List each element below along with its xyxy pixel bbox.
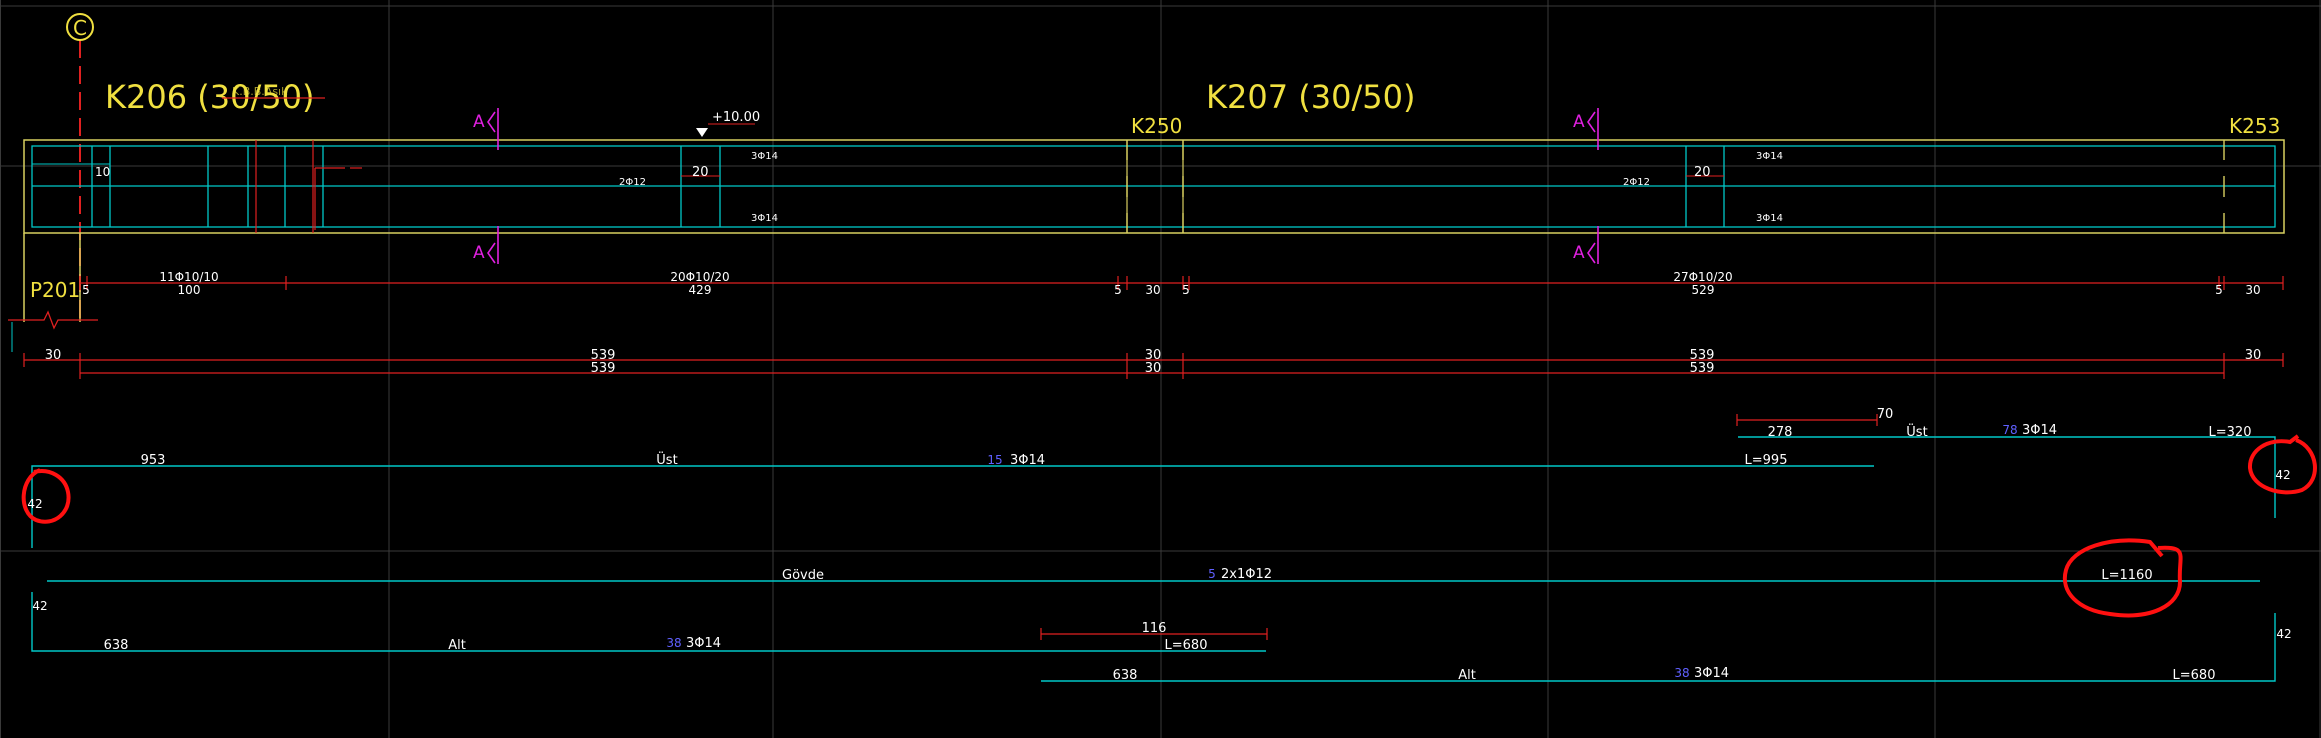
gap-dim: 5 — [2215, 283, 2223, 297]
svg-text:A: A — [473, 243, 485, 263]
bar-spec: 3Φ14 — [1694, 666, 1729, 681]
stirrup-label: 20Φ10/20 — [670, 270, 729, 284]
svg-text:A: A — [473, 112, 485, 132]
bar-position-number: 38 — [1674, 666, 1689, 680]
svg-text:A: A — [1573, 112, 1585, 132]
bar-total-length: L=320 — [2209, 425, 2252, 440]
stirrup-spacing-dim: 20 — [692, 165, 709, 180]
bar-spec: 2x1Φ12 — [1221, 567, 1272, 582]
bar-layer: Üst — [1906, 423, 1927, 440]
dim-label: 30 — [45, 348, 62, 363]
bar-position-number: 15 — [987, 453, 1002, 467]
dim-label: 539 — [1690, 361, 1715, 376]
stirrup-label: 27Φ10/20 — [1673, 270, 1732, 284]
rebar-top-long — [31, 465, 1874, 548]
gap-dim: 5 — [1182, 283, 1190, 297]
bar-straight-length: 953 — [141, 453, 166, 468]
bar-spec: 3Φ14 — [2022, 423, 2057, 438]
bar-position-number: 38 — [666, 636, 681, 650]
bar-straight-length: 638 — [104, 638, 129, 653]
bar-straight-length: 638 — [1113, 668, 1138, 683]
hand-annotations — [21, 434, 2317, 618]
bar-layer: Alt — [448, 638, 466, 653]
bar-layer: Gövde — [782, 568, 824, 583]
level-marker: +10.00 — [696, 110, 760, 137]
bar-spec: 3Φ14 — [1010, 453, 1045, 468]
lap-length: 116 — [1142, 621, 1167, 636]
top-bar-label: 3Φ14 — [1756, 151, 1783, 162]
axis-label: C — [73, 16, 87, 40]
web-bar-label: 2Φ12 — [619, 177, 646, 188]
bar-position-number: 5 — [1208, 567, 1216, 581]
rebar-drawing-canvas[interactable]: C K206 (30/50) K207 (30/50) K.B.B.Asık K… — [0, 0, 2321, 738]
cross-section-labels: 10 20 20 3Φ14 3Φ14 3Φ14 3Φ14 2Φ12 2Φ12 — [95, 151, 1783, 224]
beam-title-k207: K207 (30/50) — [1206, 78, 1415, 116]
gap-dim: 5 — [82, 283, 90, 297]
overall-dimension-labels: 30 539 30 539 30 539 30 539 — [45, 348, 2262, 376]
beam-elevation — [8, 139, 2285, 352]
bottom-bar-label: 3Φ14 — [751, 213, 778, 224]
stirrup-length: 529 — [1692, 283, 1715, 297]
web-bar-label: 2Φ12 — [1623, 177, 1650, 188]
column-label-k250: K250 — [1131, 114, 1182, 138]
bar-layer: Üst — [656, 451, 677, 468]
bar-hook-length: 42 — [32, 599, 47, 613]
gap-dim: 30 — [1145, 283, 1160, 297]
gap-dim: 5 — [1114, 283, 1122, 297]
bar-schedule — [31, 414, 2276, 682]
dim-label: 30 — [2245, 348, 2262, 363]
bar-labels: 953 Üst 15 3Φ14 L=995 42 278 Üst 78 3Φ14… — [27, 407, 2291, 683]
gap-dim: 30 — [2245, 283, 2260, 297]
column-label-k253: K253 — [2229, 114, 2280, 138]
rebar-top-short — [1738, 436, 2276, 518]
level-label: +10.00 — [712, 110, 760, 125]
svg-text:A: A — [1573, 243, 1585, 263]
faint-note: K.B.B.Asık — [232, 85, 288, 98]
bar-straight-length: 278 — [1768, 425, 1793, 440]
top-bar-label: 3Φ14 — [751, 151, 778, 162]
stirrup-length: 429 — [689, 283, 712, 297]
annotation-circle — [21, 468, 71, 524]
support-label-p201: P201 — [30, 278, 80, 302]
bar-total-length: L=680 — [1165, 638, 1208, 653]
rebar-bottom-right — [1041, 613, 2276, 682]
section-marker-a: A — [473, 108, 499, 150]
section-marker-a: A — [1573, 108, 1599, 150]
rebar-bottom-left — [31, 592, 1266, 652]
section-marker-a: A — [1573, 226, 1599, 264]
bar-hook-length: 42 — [27, 497, 42, 511]
section-marker-a: A — [473, 226, 499, 264]
cover-dim: 10 — [95, 165, 110, 179]
bar-hook-length: 42 — [2276, 627, 2291, 641]
stirrup-label: 11Φ10/10 — [159, 270, 218, 284]
annotation-circle — [2248, 434, 2317, 495]
bar-hook-length: 42 — [2275, 468, 2290, 482]
lap-length: 70 — [1877, 407, 1894, 422]
bottom-bar-label: 3Φ14 — [1756, 213, 1783, 224]
dim-label: 30 — [1145, 361, 1162, 376]
bar-total-length: L=995 — [1745, 453, 1788, 468]
break-line — [8, 310, 98, 330]
bar-total-length: L=1160 — [2101, 568, 2152, 583]
stirrup-spacing-dim: 20 — [1694, 165, 1711, 180]
bar-total-length: L=680 — [2173, 668, 2216, 683]
stirrup-length: 100 — [178, 283, 201, 297]
bar-position-number: 78 — [2002, 423, 2017, 437]
dim-label: 539 — [591, 361, 616, 376]
bar-layer: Alt — [1458, 668, 1476, 683]
bar-spec: 3Φ14 — [686, 636, 721, 651]
